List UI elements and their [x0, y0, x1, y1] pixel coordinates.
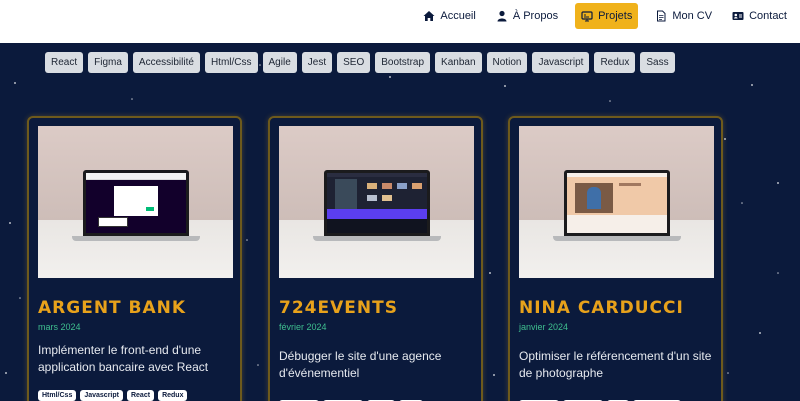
user-icon: [497, 10, 507, 22]
nav-label: Accueil: [440, 10, 476, 22]
project-date: mars 2024: [38, 322, 81, 332]
nav-item-accueil[interactable]: Accueil: [420, 3, 478, 29]
project-description: Implémenter le front-end d'une applicati…: [38, 343, 209, 374]
filter-tag[interactable]: Jest: [301, 52, 333, 73]
project-title: 724EVENTS: [279, 298, 398, 318]
laptop-screen: [564, 170, 670, 236]
laptop-screen: [83, 170, 189, 236]
nav-item-mon-cv[interactable]: Mon CV: [652, 3, 715, 29]
project-title: ARGENT BANK: [38, 298, 187, 318]
nav-item-projets[interactable]: Projets: [575, 3, 639, 29]
projects-icon: [581, 11, 593, 22]
filter-tag[interactable]: Kanban: [435, 52, 482, 73]
nav-label: Projets: [598, 10, 633, 22]
filter-tag[interactable]: React: [45, 52, 84, 73]
project-title: NINA CARDUCCI: [519, 298, 684, 318]
project-thumbnail: [38, 126, 233, 278]
filter-tag[interactable]: Accessibilité: [132, 52, 200, 73]
filter-tag[interactable]: SEO: [337, 52, 371, 73]
home-icon: [423, 11, 435, 21]
nav-label: À Propos: [512, 10, 559, 22]
filter-tag[interactable]: Bootstrap: [375, 52, 431, 73]
filter-tag[interactable]: Html/Css: [204, 52, 258, 73]
project-tags: Html/Css Javascript React Redux: [38, 390, 188, 401]
filter-tag[interactable]: Redux: [594, 52, 636, 73]
project-description: Débugger le site d'une agence d'événemen…: [279, 349, 442, 380]
project-description: Optimiser le référencement d'un site de …: [519, 349, 712, 380]
filter-tag[interactable]: Notion: [486, 52, 528, 73]
project-tag: Javascript: [80, 390, 123, 401]
nav-label: Mon CV: [672, 10, 713, 22]
contact-card-icon: [732, 12, 744, 20]
filter-tags: React Figma Accessibilité Html/Css Agile…: [45, 52, 675, 73]
filter-tag[interactable]: Figma: [88, 52, 128, 73]
project-thumbnail: [279, 126, 474, 278]
document-icon: [657, 10, 666, 22]
laptop-screen: [324, 170, 430, 236]
project-tag: Html/Css: [38, 390, 77, 401]
filter-tag[interactable]: Agile: [262, 52, 297, 73]
laptop-base: [553, 236, 681, 241]
nav-item-a-propos[interactable]: À Propos: [493, 3, 561, 29]
project-card-argent-bank[interactable]: ARGENT BANK mars 2024 Implémenter le fro…: [27, 116, 242, 401]
project-date: février 2024: [279, 322, 327, 332]
project-date: janvier 2024: [519, 322, 569, 332]
top-navbar: Accueil À Propos Projets Mon CV Contact: [0, 0, 800, 43]
project-card-nina-carducci[interactable]: NINA CARDUCCI janvier 2024 Optimiser le …: [508, 116, 723, 401]
project-thumbnail: [519, 126, 714, 278]
laptop-base: [72, 236, 200, 241]
main-nav: Accueil À Propos Projets Mon CV Contact: [420, 3, 790, 29]
filter-tag[interactable]: Javascript: [532, 52, 590, 73]
laptop-base: [313, 236, 441, 241]
nav-label: Contact: [749, 10, 787, 22]
project-tag: Redux: [158, 390, 188, 401]
filter-tag[interactable]: Sass: [640, 52, 675, 73]
nav-item-contact[interactable]: Contact: [729, 3, 790, 29]
project-tag: React: [126, 390, 155, 401]
project-card-724events[interactable]: 724EVENTS février 2024 Débugger le site …: [268, 116, 483, 401]
